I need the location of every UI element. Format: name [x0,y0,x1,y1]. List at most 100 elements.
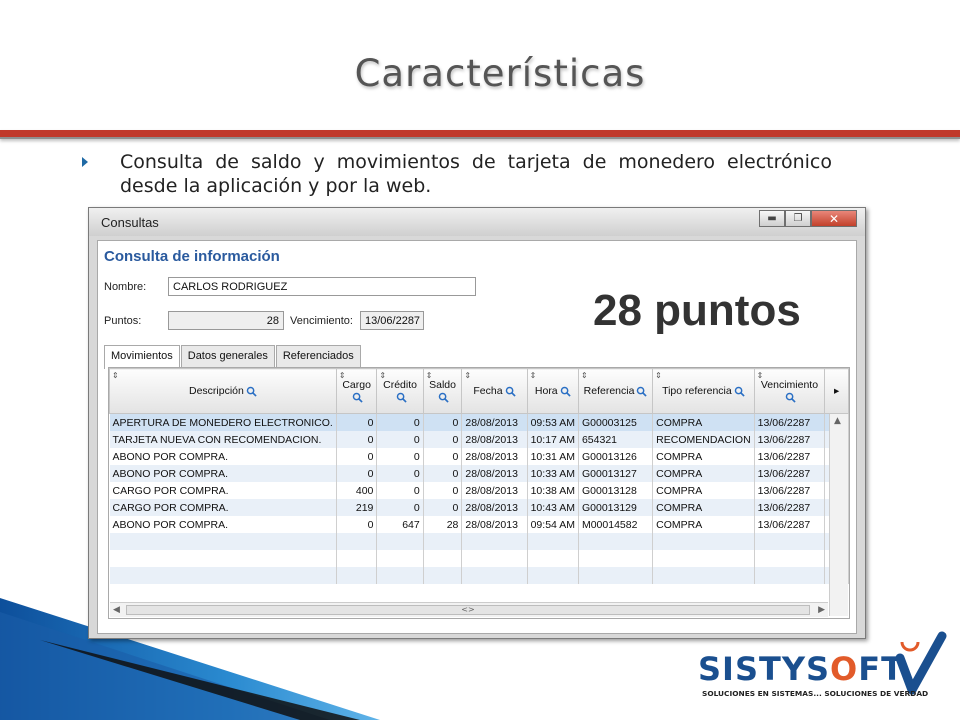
vencimiento-field[interactable]: 13/06/2287 [360,311,424,330]
table-cell: 10:38 AM [527,482,579,499]
search-icon[interactable] [636,386,648,397]
puntos-field[interactable]: 28 [168,311,284,330]
sort-icon[interactable]: ⇕ [339,371,346,380]
column-header-label: Cargo [342,379,371,392]
logo-wordmark: SISTYSOFT [698,650,904,688]
tab-bar: Movimientos Datos generales Referenciado… [104,345,362,369]
column-header-0[interactable]: ⇕ Descripción [109,368,337,414]
sort-icon[interactable]: ⇕ [379,371,386,380]
table-row[interactable]: APERTURA DE MONEDERO ELECTRONICO. 0 0 0 28/0… [109,413,849,431]
puntos-label: Puntos: [104,315,142,327]
bullet-text: Consulta de saldo y movimientos de tarje… [120,151,832,197]
title-divider [0,130,960,139]
search-icon[interactable] [246,386,257,397]
column-header-5[interactable]: ⇕ Hora [526,368,579,414]
table-row[interactable] [109,533,849,550]
movimientos-grid: ⇕ Descripción ⇕ Cargo ⇕ Crédito ⇕ Saldo ⇕ Fecha ⇕ H… [108,367,850,619]
window-title: Consultas [101,215,159,230]
table-cell [336,567,378,584]
table-cell: G00013126 [578,448,654,465]
vertical-scrollbar[interactable]: ▲ [829,414,848,616]
column-header-label: Saldo [429,379,456,392]
table-row[interactable] [109,550,849,567]
table-row[interactable]: ABONO POR COMPRA. 0 0 0 28/08/2013 10:33 AM G0… [109,465,849,482]
table-row[interactable] [109,567,849,584]
close-button[interactable]: ✕ [811,210,857,227]
column-header-1[interactable]: ⇕ Cargo [335,368,378,414]
table-cell: 10:17 AM [527,431,579,448]
column-header-8[interactable]: ⇕ Vencimiento [753,368,826,414]
table-cell: 13/06/2287 [754,465,826,482]
table-cell [754,567,826,584]
sort-icon[interactable]: ⇕ [581,371,588,380]
maximize-button[interactable]: ❐ [785,210,811,227]
sort-icon[interactable]: ⇕ [757,371,764,380]
search-icon[interactable] [396,392,407,403]
horizontal-scrollbar[interactable]: ◀ <> ▶ [110,602,828,617]
table-cell: 09:53 AM [527,413,579,431]
table-cell: 400 [336,482,378,499]
table-cell: 0 [336,516,378,533]
nombre-label: Nombre: [104,281,147,293]
table-cell: COMPRA [652,516,755,533]
tab-movimientos[interactable]: Movimientos [104,345,180,369]
minimize-icon: ▬ [767,213,777,224]
table-cell: 10:31 AM [527,448,579,465]
tab-datos-generales[interactable]: Datos generales [180,345,275,367]
table-cell: COMPRA [652,448,755,465]
tab-referenciados[interactable]: Referenciados [275,345,361,367]
table-cell: 28/08/2013 [461,499,528,516]
table-row[interactable]: TARJETA NUEVA CON RECOMENDACION. 0 0 0 28/08… [109,431,849,448]
scroll-left-icon[interactable]: ◀ [113,603,120,617]
column-header-2[interactable]: ⇕ Crédito [376,368,424,414]
column-header-label: Descripción [188,385,244,398]
sort-icon[interactable]: ⇕ [464,371,471,380]
table-cell: 10:33 AM [527,465,579,482]
search-icon[interactable] [560,386,571,397]
sort-icon[interactable]: ⇕ [655,371,662,380]
search-icon[interactable] [734,386,745,397]
sort-icon[interactable]: ⇕ [112,371,119,380]
table-cell: 28/08/2013 [461,465,528,482]
sort-icon[interactable]: ⇕ [530,371,537,380]
scroll-thumb[interactable]: <> [126,605,810,615]
search-icon[interactable] [438,392,449,403]
search-icon[interactable] [785,392,796,403]
sistysoft-logo: SISTYSOFT SOLUCIONES EN SISTEMAS... SOLU… [698,631,947,698]
column-header-4[interactable]: ⇕ Fecha [461,368,528,414]
table-row[interactable]: CARGO POR COMPRA. 219 0 0 28/08/2013 10:43 AM… [109,499,849,516]
table-cell [527,533,579,550]
table-row[interactable]: ABONO POR COMPRA. 0 647 28 28/08/2013 09:54 A… [109,516,849,533]
search-icon[interactable] [352,392,363,403]
column-header-label: Crédito [383,379,417,392]
slide-title: Características [354,52,646,95]
scroll-up-icon[interactable]: ▲ [834,416,841,426]
minimize-button[interactable]: ▬ [759,210,785,227]
table-cell [336,550,378,567]
scroll-right-icon[interactable]: ▶ [818,603,825,617]
column-header-7[interactable]: ⇕ Tipo referencia [652,368,755,414]
table-cell [336,533,378,550]
nombre-field[interactable]: CARLOS RODRIGUEZ [168,277,476,296]
column-header-label: Vencimiento [760,379,819,392]
table-row[interactable]: CARGO POR COMPRA. 400 0 0 28/08/2013 10:38 AM… [109,482,849,499]
table-row[interactable]: ABONO POR COMPRA. 0 0 0 28/08/2013 10:31 AM G0… [109,448,849,465]
maximize-icon: ❐ [793,213,803,224]
table-cell: 0 [336,465,378,482]
search-icon[interactable] [505,386,516,397]
logo-tagline: SOLUCIONES EN SISTEMAS... SOLUCIONES DE … [702,689,928,698]
table-cell: 0 [336,448,378,465]
table-cell: 654321 [578,431,654,448]
column-header-6[interactable]: ⇕ Referencia [577,368,654,414]
column-header-3[interactable]: ⇕ Saldo [422,368,463,414]
window-titlebar[interactable]: Consultas ▬ ❐ ✕ [89,208,865,236]
table-cell: 13/06/2287 [754,448,826,465]
vencimiento-label: Vencimiento: [290,315,353,327]
table-header-row: ⇕ Descripción ⇕ Cargo ⇕ Crédito ⇕ Saldo ⇕ Fecha ⇕ H… [109,368,849,414]
table-cell: 0 [376,482,424,499]
table-cell: 0 [376,431,424,448]
table-cell [754,550,826,567]
sort-icon[interactable]: ⇕ [426,371,433,380]
column-scroll-right[interactable]: ▸ [824,368,849,414]
column-header-label: Tipo referencia [662,385,732,398]
